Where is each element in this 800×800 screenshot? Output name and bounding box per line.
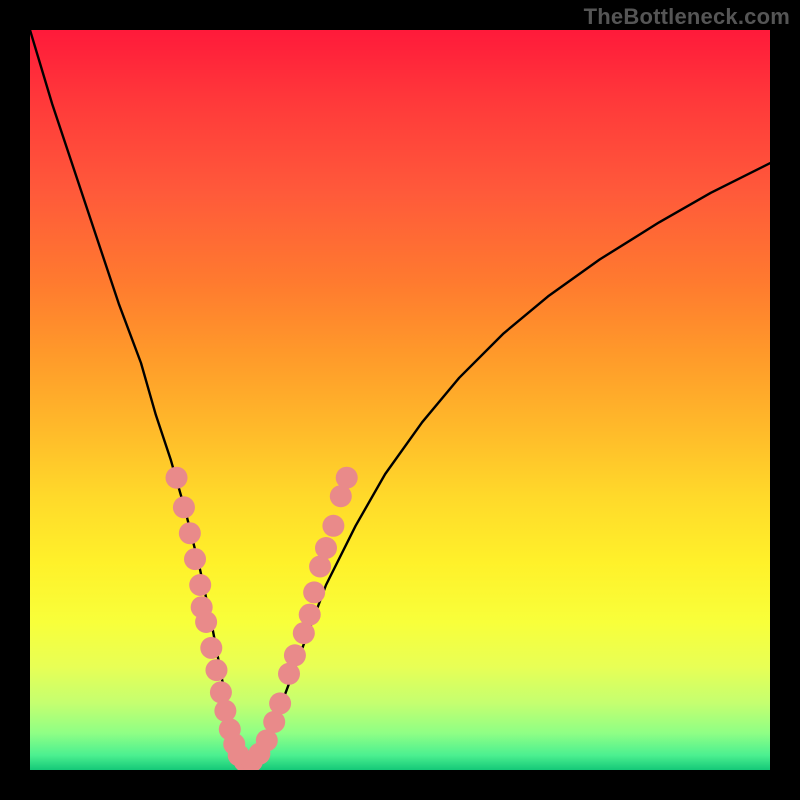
valley-dot [269, 692, 291, 714]
valley-dot [284, 644, 306, 666]
valley-dots [166, 467, 358, 770]
valley-dot [315, 537, 337, 559]
plot-area [30, 30, 770, 770]
valley-dot [322, 515, 344, 537]
valley-dot [200, 637, 222, 659]
valley-dot [210, 681, 232, 703]
chart-frame: TheBottleneck.com [0, 0, 800, 800]
valley-dot [189, 574, 211, 596]
curve-svg [30, 30, 770, 770]
valley-dot [179, 522, 201, 544]
valley-dot [214, 700, 236, 722]
valley-dot [195, 611, 217, 633]
valley-dot [205, 659, 227, 681]
valley-dot [166, 467, 188, 489]
valley-dot [184, 548, 206, 570]
valley-dot [303, 581, 325, 603]
valley-dot [173, 496, 195, 518]
bottleneck-curve [30, 30, 770, 763]
watermark-text: TheBottleneck.com [584, 4, 790, 30]
valley-dot [336, 467, 358, 489]
valley-dot [299, 604, 321, 626]
